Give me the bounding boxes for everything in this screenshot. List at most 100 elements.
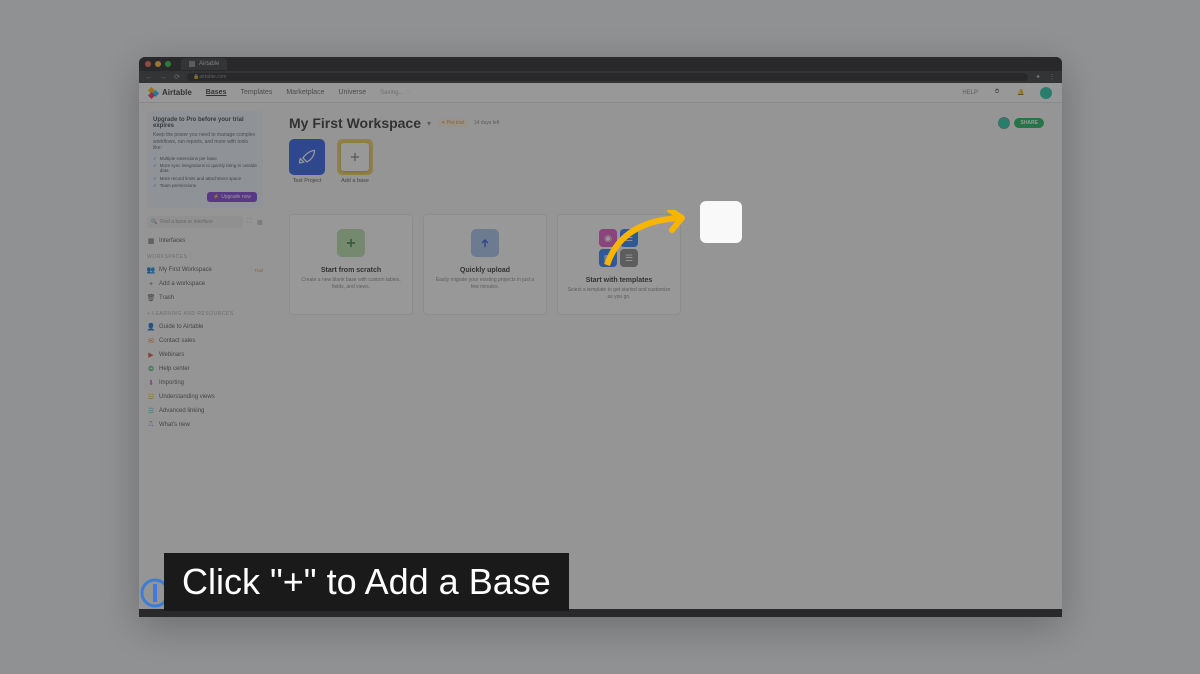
base-tile bbox=[289, 139, 325, 175]
spinner-icon: ◌ bbox=[405, 90, 409, 96]
max-dot[interactable] bbox=[165, 61, 171, 67]
card-templates[interactable]: ◉ ☰ ▦ ☰ Start with templates Select a te… bbox=[557, 214, 681, 315]
learning-header: + LEARNING AND RESOURCES bbox=[147, 311, 263, 317]
logo-text: Airtable bbox=[162, 88, 192, 97]
plus-icon bbox=[348, 150, 362, 164]
resource-icon: ☰ bbox=[147, 407, 155, 415]
upgrade-desc: Keep the power you need to manage comple… bbox=[153, 132, 257, 152]
trash-icon: 🗑 bbox=[147, 294, 155, 302]
menu-icon[interactable]: ⋮ bbox=[1048, 73, 1056, 81]
template-grid-icon: ◉ ☰ ▦ ☰ bbox=[599, 229, 639, 267]
plus-icon bbox=[344, 236, 358, 250]
search-input[interactable]: 🔍 Find a base or interface bbox=[147, 216, 243, 228]
check-icon: ✓ bbox=[153, 163, 157, 174]
browser-tab-strip: Airtable bbox=[139, 57, 1062, 71]
resource-understanding-views[interactable]: ☳Understanding views bbox=[147, 390, 263, 404]
window-controls bbox=[139, 61, 177, 67]
help-link[interactable]: HELP bbox=[962, 90, 978, 96]
top-nav: Airtable Bases Templates Marketplace Uni… bbox=[139, 83, 1062, 103]
rocket-icon bbox=[297, 147, 317, 167]
workspaces-header: WORKSPACES bbox=[147, 254, 263, 260]
resource-icon: ❂ bbox=[147, 365, 155, 373]
back-icon[interactable]: ← bbox=[145, 73, 153, 81]
browser-window: Airtable ← → ⟳ 🔒 airtable.com ✦ ⋮ Airtab… bbox=[139, 57, 1062, 617]
resource-what's-new[interactable]: ⎍What's new bbox=[147, 418, 263, 432]
card-tile bbox=[337, 229, 365, 257]
base-label: Test Project bbox=[293, 178, 322, 184]
collab-avatar[interactable] bbox=[998, 117, 1010, 129]
nav-templates[interactable]: Templates bbox=[240, 89, 272, 96]
check-icon: ✓ bbox=[153, 156, 157, 161]
workspace-title: My First Workspace bbox=[289, 115, 421, 131]
min-dot[interactable] bbox=[155, 61, 161, 67]
upgrade-button[interactable]: ⚡Upgrade now bbox=[207, 192, 257, 202]
saving-indicator: Saving... ◌ bbox=[380, 90, 409, 96]
resource-webinars[interactable]: ▶Webinars bbox=[147, 348, 263, 362]
card-desc: Easily migrate your existing projects in… bbox=[432, 277, 538, 290]
starter-cards: Start from scratch Create a new blank ba… bbox=[289, 214, 1044, 315]
check-icon: ✓ bbox=[153, 183, 157, 188]
resource-icon: ⎍ bbox=[147, 421, 155, 429]
base-add[interactable]: Add a base bbox=[337, 139, 373, 184]
sidebar: Upgrade to Pro before your trial expires… bbox=[139, 103, 271, 609]
extension-icon[interactable]: ✦ bbox=[1034, 73, 1042, 81]
card-upload[interactable]: Quickly upload Easily migrate your exist… bbox=[423, 214, 547, 315]
people-icon: 👥 bbox=[147, 266, 155, 274]
resource-guide-to-airtable[interactable]: 👤Guide to Airtable bbox=[147, 320, 263, 334]
base-test-project[interactable]: Test Project bbox=[289, 139, 325, 184]
expand-icon[interactable]: ⛶ bbox=[247, 219, 253, 225]
grid-icon[interactable]: ▦ bbox=[257, 219, 263, 225]
add-inner bbox=[341, 143, 369, 171]
search-icon: 🔍 bbox=[151, 219, 157, 225]
resource-icon: ⬇ bbox=[147, 379, 155, 387]
check-icon: ✓ bbox=[153, 176, 157, 181]
bases-row: Test Project Add a base bbox=[289, 139, 1044, 184]
resource-icon: ▶ bbox=[147, 351, 155, 359]
resource-contact-sales[interactable]: ✉Contact sales bbox=[147, 334, 263, 348]
sidebar-add-workspace[interactable]: + Add a workspace bbox=[147, 277, 263, 291]
history-icon[interactable]: ⏱ bbox=[992, 88, 1002, 98]
resource-help-center[interactable]: ❂Help center bbox=[147, 362, 263, 376]
logo[interactable]: Airtable bbox=[149, 88, 192, 98]
base-label: Add a base bbox=[341, 178, 369, 184]
trial-badge: Trial bbox=[254, 268, 263, 273]
logo-mark-icon bbox=[149, 88, 159, 98]
reload-icon[interactable]: ⟳ bbox=[173, 73, 181, 81]
card-title: Start with templates bbox=[566, 277, 672, 284]
sidebar-trash[interactable]: 🗑 Trash bbox=[147, 291, 263, 305]
pro-trial-badge: ✦ Pro trial bbox=[437, 119, 468, 127]
nav-universe[interactable]: Universe bbox=[338, 89, 366, 96]
resource-advanced-linking[interactable]: ☰Advanced linking bbox=[147, 404, 263, 418]
browser-tab[interactable]: Airtable bbox=[181, 58, 227, 70]
days-left: 14 days left bbox=[474, 120, 500, 126]
resource-importing[interactable]: ⬇Importing bbox=[147, 376, 263, 390]
share-button[interactable]: SHARE bbox=[1014, 118, 1044, 128]
nav-marketplace[interactable]: Marketplace bbox=[286, 89, 324, 96]
card-title: Start from scratch bbox=[298, 267, 404, 274]
resource-icon: 👤 bbox=[147, 323, 155, 331]
card-desc: Select a template to get started and cus… bbox=[566, 287, 672, 300]
card-title: Quickly upload bbox=[432, 267, 538, 274]
resource-icon: ✉ bbox=[147, 337, 155, 345]
upgrade-panel: Upgrade to Pro before your trial expires… bbox=[147, 111, 263, 208]
upload-icon bbox=[478, 236, 492, 250]
app-root: Airtable Bases Templates Marketplace Uni… bbox=[139, 83, 1062, 609]
notifications-icon[interactable]: 🔔 bbox=[1016, 88, 1026, 98]
resource-icon: ☳ bbox=[147, 393, 155, 401]
upgrade-title: Upgrade to Pro before your trial expires bbox=[153, 117, 257, 129]
interfaces-icon: ▦ bbox=[147, 237, 155, 245]
tutorial-caption: Click "+" to Add a Base bbox=[164, 553, 569, 611]
workspace-header: My First Workspace ▾ ✦ Pro trial 14 days… bbox=[289, 115, 1044, 131]
plus-icon: + bbox=[147, 280, 155, 288]
nav-bases[interactable]: Bases bbox=[206, 89, 227, 96]
sidebar-workspace[interactable]: 👥 My First Workspace Trial bbox=[147, 263, 263, 277]
card-tile bbox=[471, 229, 499, 257]
user-avatar[interactable] bbox=[1040, 87, 1052, 99]
url-field[interactable]: 🔒 airtable.com bbox=[187, 73, 1028, 81]
add-base-tile bbox=[337, 139, 373, 175]
forward-icon[interactable]: → bbox=[159, 73, 167, 81]
sidebar-interfaces[interactable]: ▦ Interfaces bbox=[147, 234, 263, 248]
card-scratch[interactable]: Start from scratch Create a new blank ba… bbox=[289, 214, 413, 315]
chevron-down-icon[interactable]: ▾ bbox=[427, 119, 431, 128]
close-dot[interactable] bbox=[145, 61, 151, 67]
